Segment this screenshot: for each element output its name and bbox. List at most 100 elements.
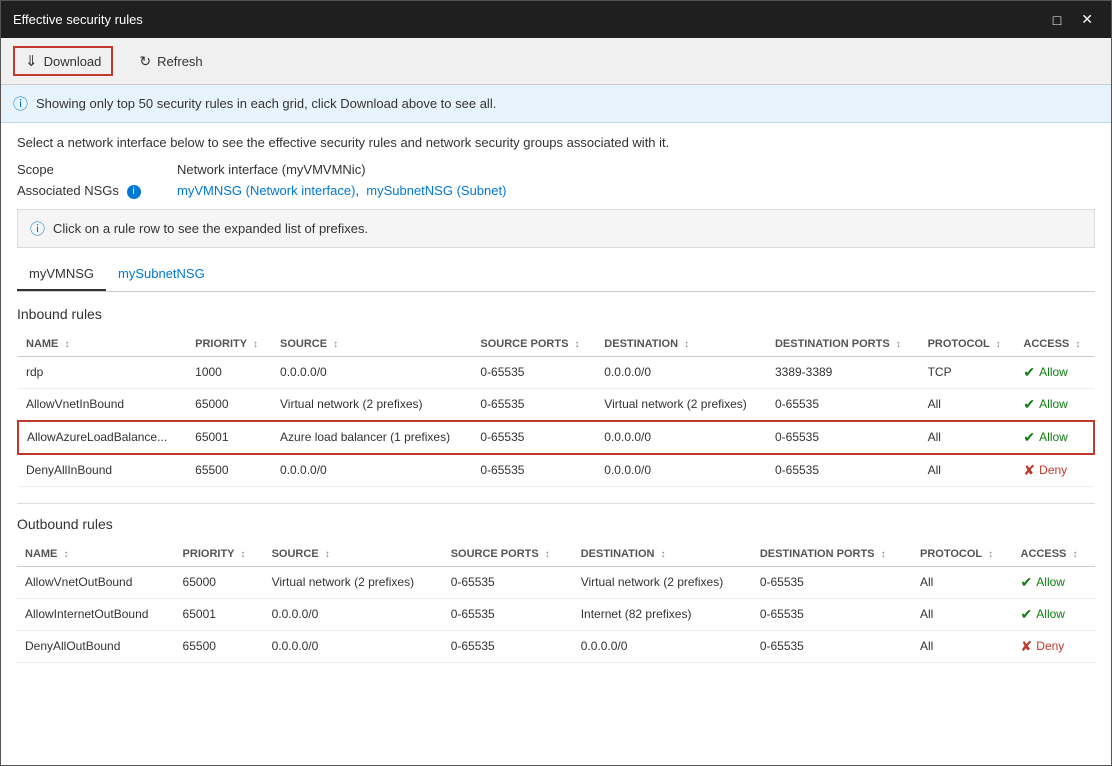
cell-name: DenyAllInBound	[18, 454, 187, 487]
download-button[interactable]: ⇓ Download	[13, 46, 113, 76]
allow-icon: ✔	[1023, 429, 1035, 446]
outbound-section-title: Outbound rules	[17, 516, 1095, 532]
out-sort-destports-icon: ↕	[881, 549, 886, 560]
cell-destination: 0.0.0.0/0	[596, 454, 767, 487]
sort-priority-icon: ↕	[253, 339, 258, 350]
outbound-rules-table: NAME ↕ PRIORITY ↕ SOURCE ↕ SOURCE PORTS …	[17, 542, 1095, 663]
col-access: ACCESS ↕	[1015, 332, 1094, 357]
cell-access: ✘Deny	[1015, 454, 1094, 487]
col-name: NAME ↕	[18, 332, 187, 357]
main-window: Effective security rules □ ✕ ⇓ Download …	[0, 0, 1112, 766]
cell-source-ports: 0-65535	[443, 566, 573, 598]
info-icon: ⓘ	[13, 93, 28, 114]
cell-destination: Internet (82 prefixes)	[573, 598, 752, 630]
cell-source: Azure load balancer (1 prefixes)	[272, 421, 472, 454]
meta-section: Scope Network interface (myVMVMNic) Asso…	[17, 162, 1095, 199]
col-source-ports: SOURCE PORTS ↕	[472, 332, 596, 357]
out-sort-source-icon: ↕	[325, 549, 330, 560]
table-row[interactable]: DenyAllInBound 65500 0.0.0.0/0 0-65535 0…	[18, 454, 1094, 487]
cell-source-ports: 0-65535	[443, 630, 573, 662]
sort-destports-icon: ↕	[896, 339, 901, 350]
cell-access: ✔Allow	[1015, 421, 1094, 454]
tab-myvmnsg[interactable]: myVMNSG	[17, 258, 106, 291]
out-sort-sourceports-icon: ↕	[545, 549, 550, 560]
cell-protocol: All	[912, 630, 1013, 662]
sort-destination-icon: ↕	[684, 339, 689, 350]
cell-priority: 65000	[187, 388, 272, 421]
content-area: Select a network interface below to see …	[1, 123, 1111, 765]
cell-priority: 65500	[187, 454, 272, 487]
cell-source: 0.0.0.0/0	[264, 630, 443, 662]
cell-name: AllowAzureLoadBalance...	[18, 421, 187, 454]
out-col-source: SOURCE ↕	[264, 542, 443, 567]
cell-source-ports: 0-65535	[472, 388, 596, 421]
allow-icon: ✔	[1021, 574, 1033, 591]
nsgs-row: Associated NSGs i myVMNSG (Network inter…	[17, 183, 1095, 199]
sort-name-icon: ↕	[64, 339, 69, 350]
cell-name: DenyAllOutBound	[17, 630, 175, 662]
cell-dest-ports: 0-65535	[752, 566, 912, 598]
refresh-button[interactable]: ↻ Refresh	[129, 49, 212, 74]
cell-priority: 65500	[175, 630, 264, 662]
inbound-rules-table: NAME ↕ PRIORITY ↕ SOURCE ↕ SOURCE PORTS …	[17, 332, 1095, 487]
hint-bar: ⓘ Click on a rule row to see the expande…	[17, 209, 1095, 248]
close-button[interactable]: ✕	[1075, 9, 1099, 30]
table-row[interactable]: AllowInternetOutBound 65001 0.0.0.0/0 0-…	[17, 598, 1095, 630]
nsg-link-1[interactable]: mySubnetNSG (Subnet)	[366, 183, 506, 198]
cell-destination: 0.0.0.0/0	[573, 630, 752, 662]
cell-source: 0.0.0.0/0	[264, 598, 443, 630]
cell-dest-ports: 3389-3389	[767, 356, 920, 388]
table-row[interactable]: rdp 1000 0.0.0.0/0 0-65535 0.0.0.0/0 338…	[18, 356, 1094, 388]
out-sort-name-icon: ↕	[63, 549, 68, 560]
title-bar: Effective security rules □ ✕	[1, 1, 1111, 38]
cell-access: ✔Allow	[1013, 566, 1095, 598]
col-source: SOURCE ↕	[272, 332, 472, 357]
sort-protocol-icon: ↕	[996, 339, 1001, 350]
out-col-source-ports: SOURCE PORTS ↕	[443, 542, 573, 567]
toolbar: ⇓ Download ↻ Refresh	[1, 38, 1111, 85]
col-protocol: PROTOCOL ↕	[920, 332, 1016, 357]
cell-dest-ports: 0-65535	[752, 598, 912, 630]
out-col-protocol: PROTOCOL ↕	[912, 542, 1013, 567]
section-divider	[17, 503, 1095, 504]
cell-protocol: All	[920, 388, 1016, 421]
cell-dest-ports: 0-65535	[752, 630, 912, 662]
cell-name: AllowInternetOutBound	[17, 598, 175, 630]
hint-icon: ⓘ	[30, 218, 45, 239]
tab-bar: myVMNSG mySubnetNSG	[17, 258, 1095, 292]
out-col-name: NAME ↕	[17, 542, 175, 567]
cell-priority: 65001	[175, 598, 264, 630]
description-text: Select a network interface below to see …	[17, 135, 1095, 150]
deny-icon: ✘	[1023, 462, 1035, 479]
out-col-dest-ports: DESTINATION PORTS ↕	[752, 542, 912, 567]
nsg-link-0[interactable]: myVMNSG (Network interface)	[177, 183, 355, 198]
tab-mysubnetnsg[interactable]: mySubnetNSG	[106, 258, 217, 291]
cell-dest-ports: 0-65535	[767, 388, 920, 421]
cell-dest-ports: 0-65535	[767, 421, 920, 454]
cell-destination: 0.0.0.0/0	[596, 356, 767, 388]
cell-source-ports: 0-65535	[472, 356, 596, 388]
allow-icon: ✔	[1023, 364, 1035, 381]
cell-name: AllowVnetInBound	[18, 388, 187, 421]
table-row[interactable]: AllowVnetInBound 65000 Virtual network (…	[18, 388, 1094, 421]
cell-destination: Virtual network (2 prefixes)	[596, 388, 767, 421]
table-row[interactable]: DenyAllOutBound 65500 0.0.0.0/0 0-65535 …	[17, 630, 1095, 662]
cell-source: Virtual network (2 prefixes)	[272, 388, 472, 421]
cell-protocol: All	[912, 566, 1013, 598]
table-row[interactable]: AllowAzureLoadBalance... 65001 Azure loa…	[18, 421, 1094, 454]
nsgs-label: Associated NSGs i	[17, 183, 177, 199]
cell-access: ✔Allow	[1013, 598, 1095, 630]
allow-icon: ✔	[1021, 606, 1033, 623]
out-col-priority: PRIORITY ↕	[175, 542, 264, 567]
out-sort-access-icon: ↕	[1072, 549, 1077, 560]
sort-source-icon: ↕	[333, 339, 338, 350]
cell-destination: 0.0.0.0/0	[596, 421, 767, 454]
scope-row: Scope Network interface (myVMVMNic)	[17, 162, 1095, 177]
cell-source-ports: 0-65535	[443, 598, 573, 630]
cell-dest-ports: 0-65535	[767, 454, 920, 487]
col-dest-ports: DESTINATION PORTS ↕	[767, 332, 920, 357]
minimize-button[interactable]: □	[1047, 9, 1067, 30]
inbound-section-title: Inbound rules	[17, 306, 1095, 322]
table-row[interactable]: AllowVnetOutBound 65000 Virtual network …	[17, 566, 1095, 598]
cell-protocol: All	[920, 454, 1016, 487]
